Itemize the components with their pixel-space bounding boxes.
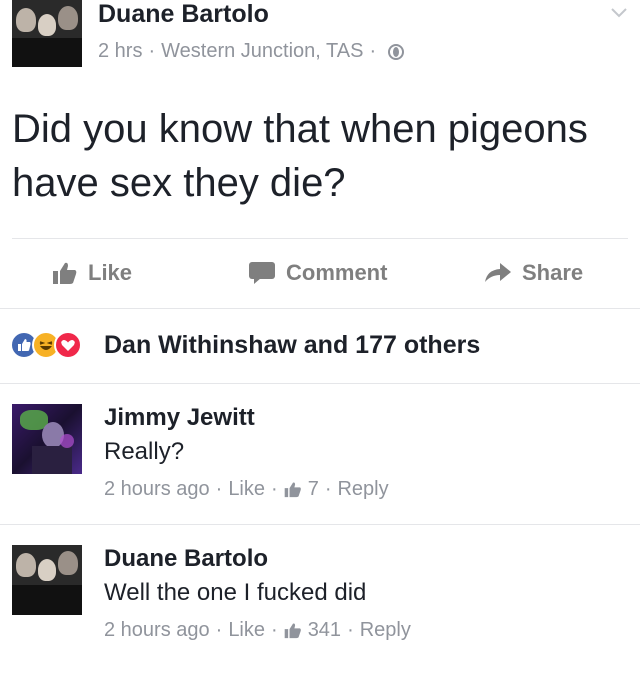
share-label: Share [522,260,584,285]
post-location[interactable]: Western Junction, TAS [161,40,363,63]
action-bar: Like Comment Share [0,250,640,300]
share-button[interactable]: Share [484,260,583,286]
comment-item: Duane Bartolo Well the one I fucked did … [0,525,640,675]
like-label: Like [88,260,133,285]
comment-like-button[interactable]: Like [228,619,265,642]
comment-time[interactable]: 2 hours ago [104,619,210,642]
meta-separator: · [215,478,223,500]
comment-like-count[interactable]: 7 [308,478,319,501]
author-avatar[interactable] [12,0,82,67]
comment-item: Jimmy Jewitt Really? 2 hours ago · Like … [0,384,640,524]
love-reaction-icon [54,331,82,359]
reaction-icons[interactable] [10,328,82,362]
post-header: Duane Bartolo 2 hrs · Western Junction, … [0,0,640,80]
comment-meta: 2 hours ago · Like · 7 · Reply [104,478,389,501]
share-arrow-icon [485,263,511,282]
thumbs-up-icon [284,482,301,498]
meta-separator: · [271,619,278,641]
comment-meta: 2 hours ago · Like · 341 · Reply [104,619,411,642]
commenter-avatar[interactable] [12,545,82,615]
like-button[interactable]: Like [52,260,132,286]
reaction-summary[interactable]: Dan Withinshaw and 177 others [104,331,480,360]
commenter-avatar[interactable] [12,404,82,474]
meta-separator: · [347,619,354,641]
meta-separator: · [215,619,223,641]
comment-like-button[interactable]: Like [228,478,265,501]
comment-author-name[interactable]: Duane Bartolo [104,545,268,573]
comment-time[interactable]: 2 hours ago [104,478,210,501]
comment-icon [249,262,275,284]
comment-like-count[interactable]: 341 [308,619,341,642]
comment-text: Well the one I fucked did [104,579,367,606]
meta-separator: · [324,478,332,500]
comment-reply-button[interactable]: Reply [360,619,411,642]
comment-reply-button[interactable]: Reply [337,478,388,501]
post-text: Did you know that when pigeons have sex … [12,107,588,205]
globe-icon [388,43,405,60]
meta-separator: · [271,478,278,500]
meta-separator: · [369,40,377,62]
divider [12,238,628,239]
divider [0,308,640,309]
comment-author-name[interactable]: Jimmy Jewitt [104,404,255,432]
comment-text: Really? [104,438,185,465]
meta-separator: · [148,40,156,62]
comment-button[interactable]: Comment [248,260,387,286]
post-time[interactable]: 2 hrs [98,40,142,63]
thumbs-up-icon [284,623,301,639]
comment-label: Comment [286,260,388,285]
thumbs-up-icon [53,262,77,284]
post-meta: 2 hrs · Western Junction, TAS · [98,40,405,63]
chevron-down-icon[interactable] [610,4,628,22]
post-author-name[interactable]: Duane Bartolo [98,0,269,29]
